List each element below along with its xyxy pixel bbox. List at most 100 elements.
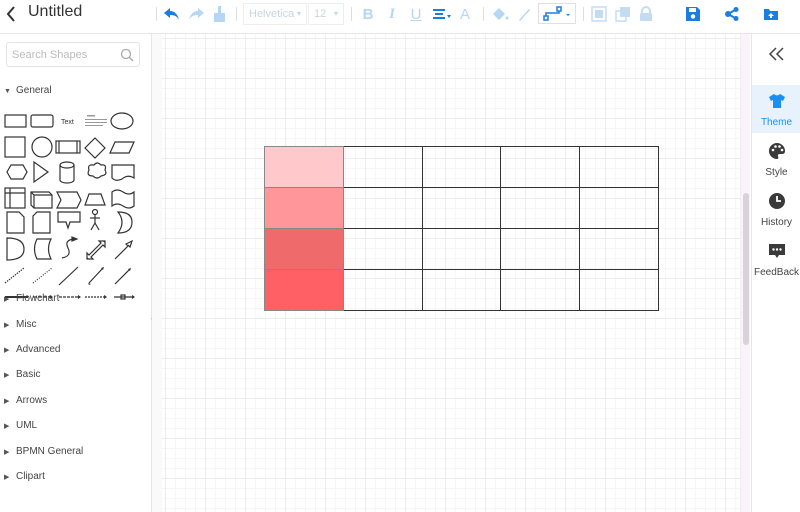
caret-right-icon: ▶ bbox=[4, 449, 10, 456]
connector-style-select[interactable] bbox=[538, 3, 576, 24]
category-clipart[interactable]: ▶ Clipart bbox=[4, 471, 45, 482]
table-cell[interactable] bbox=[500, 269, 581, 311]
trapezoid-shape bbox=[84, 193, 106, 206]
curved-arrow-shape bbox=[61, 238, 75, 259]
table-cell[interactable] bbox=[264, 228, 344, 270]
table-cell[interactable] bbox=[264, 146, 344, 188]
fill-color-button[interactable] bbox=[490, 4, 510, 24]
font-family-select[interactable]: Helvetica ▾ bbox=[243, 3, 307, 25]
font-color-button[interactable]: A bbox=[455, 4, 475, 24]
table-cell[interactable] bbox=[342, 269, 423, 311]
category-bpmn-general[interactable]: ▶ BPMN General bbox=[4, 446, 83, 457]
chat-bubble-icon bbox=[768, 244, 785, 258]
category-label: Advanced bbox=[16, 344, 61, 355]
document-title[interactable]: Untitled bbox=[28, 2, 82, 22]
general-shapes-grid: Text bbox=[4, 108, 140, 313]
table-cell[interactable] bbox=[421, 228, 502, 270]
category-label: UML bbox=[16, 420, 38, 431]
panel-tab-history[interactable]: History bbox=[752, 185, 800, 233]
italic-icon: I bbox=[389, 5, 395, 22]
table-cell[interactable] bbox=[342, 187, 423, 229]
hexagon-shape bbox=[6, 164, 28, 180]
undo-button[interactable] bbox=[162, 4, 182, 24]
redo-button[interactable] bbox=[186, 4, 206, 24]
lock-button[interactable] bbox=[636, 4, 656, 24]
card-shape bbox=[32, 211, 51, 234]
panel-tab-label: Theme bbox=[760, 117, 793, 128]
panel-tab-style[interactable]: Style bbox=[752, 135, 800, 183]
caret-right-icon: ▶ bbox=[4, 372, 10, 379]
back-icon bbox=[6, 6, 15, 22]
table-cell[interactable] bbox=[500, 228, 581, 270]
bidirectional-arrow-shape bbox=[86, 240, 106, 260]
table-cell[interactable] bbox=[421, 187, 502, 229]
fill-icon bbox=[493, 8, 509, 20]
callout-shape bbox=[57, 211, 81, 230]
font-color-icon: A bbox=[459, 5, 470, 23]
search-icon[interactable] bbox=[120, 48, 134, 65]
search-placeholder: Search Shapes bbox=[12, 49, 88, 61]
italic-button[interactable]: I bbox=[382, 4, 402, 24]
category-label: Basic bbox=[16, 369, 41, 380]
align-button[interactable] bbox=[431, 4, 453, 24]
category-uml[interactable]: ▶ UML bbox=[4, 420, 37, 431]
panel-tab-label: FeedBack bbox=[753, 267, 800, 278]
category-flowchart[interactable]: ▶ Flowchart bbox=[4, 293, 59, 304]
table-cell[interactable] bbox=[500, 146, 581, 188]
category-label: General bbox=[16, 85, 52, 96]
underline-button[interactable]: U bbox=[406, 4, 426, 24]
heading-text-shape bbox=[85, 115, 107, 126]
double-chevron-left-icon bbox=[768, 47, 784, 61]
table-row bbox=[264, 269, 659, 311]
table-cell[interactable] bbox=[579, 146, 659, 188]
vertical-scrollbar-thumb[interactable] bbox=[743, 193, 749, 345]
category-misc[interactable]: ▶ Misc bbox=[4, 319, 37, 330]
category-general[interactable]: ▼ General bbox=[4, 85, 52, 96]
panel-tab-theme[interactable]: Theme bbox=[752, 85, 800, 133]
line-color-button[interactable] bbox=[514, 4, 534, 24]
table-cell[interactable] bbox=[264, 269, 344, 311]
toolbar-divider bbox=[236, 7, 237, 21]
chevron-down-icon: ▾ bbox=[296, 9, 301, 18]
table-cell[interactable] bbox=[342, 146, 423, 188]
table-cell[interactable] bbox=[421, 146, 502, 188]
internal-storage-shape bbox=[4, 187, 26, 209]
table-row bbox=[264, 146, 659, 188]
dotted-line-shape bbox=[32, 267, 53, 284]
back-button[interactable] bbox=[4, 4, 20, 24]
table-cell[interactable] bbox=[342, 228, 423, 270]
table-cell[interactable] bbox=[579, 228, 659, 270]
collapse-right-panel-button[interactable] bbox=[752, 46, 800, 67]
bold-button[interactable]: B bbox=[358, 4, 378, 24]
font-family-value: Helvetica bbox=[249, 8, 295, 20]
send-back-icon bbox=[615, 7, 630, 22]
category-arrows[interactable]: ▶ Arrows bbox=[4, 395, 47, 406]
caret-right-icon: ▶ bbox=[4, 398, 10, 405]
table-shape[interactable] bbox=[264, 146, 659, 311]
format-painter-button[interactable] bbox=[210, 4, 230, 24]
search-shapes-input[interactable]: Search Shapes bbox=[6, 42, 140, 67]
connector-style-icon bbox=[543, 6, 570, 21]
table-cell[interactable] bbox=[500, 187, 581, 229]
toolbar-divider bbox=[583, 7, 584, 21]
send-to-back-button[interactable] bbox=[613, 4, 633, 24]
toolbar-divider bbox=[156, 7, 157, 21]
bring-to-front-button[interactable] bbox=[589, 4, 609, 24]
clock-icon bbox=[768, 193, 785, 209]
font-size-select[interactable]: 12 ▾ bbox=[308, 3, 344, 25]
table-cell[interactable] bbox=[421, 269, 502, 311]
category-advanced[interactable]: ▶ Advanced bbox=[4, 344, 60, 355]
delay-shape bbox=[6, 237, 25, 261]
dashed-line-shape bbox=[4, 267, 25, 284]
export-button[interactable] bbox=[761, 4, 781, 24]
save-button[interactable] bbox=[683, 4, 703, 24]
stored-data-shape bbox=[33, 238, 52, 260]
share-button[interactable] bbox=[722, 4, 742, 24]
category-basic[interactable]: ▶ Basic bbox=[4, 369, 40, 380]
chevron-down-icon: ▾ bbox=[333, 9, 338, 18]
panel-tab-feedback[interactable]: FeedBack bbox=[752, 235, 800, 283]
ellipse-shape bbox=[110, 112, 134, 130]
table-cell[interactable] bbox=[264, 187, 344, 229]
table-cell[interactable] bbox=[579, 269, 659, 311]
table-cell[interactable] bbox=[579, 187, 659, 229]
